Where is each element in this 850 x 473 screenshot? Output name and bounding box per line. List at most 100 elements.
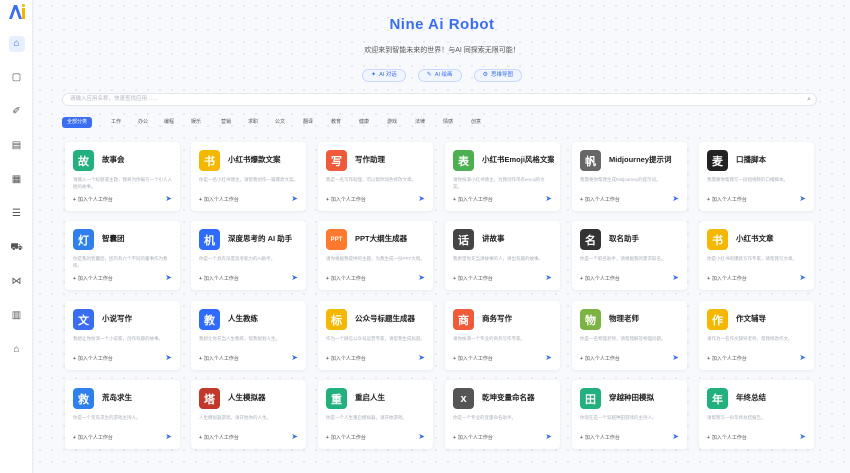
category-tab[interactable]: 营销 [218,117,234,128]
send-icon[interactable]: ➤ [672,432,679,441]
app-card[interactable]: 商商务写作 请你扮演一个专业的商务写作专家。 + 加入个人工作台 ➤ [445,301,560,370]
app-card[interactable]: 作作文辅导 请作为一名作文辅导老师，帮我修改作文。 + 加入个人工作台 ➤ [699,301,814,370]
add-to-workspace-button[interactable]: + 加入个人工作台 [707,355,747,362]
add-to-workspace-button[interactable]: + 加入个人工作台 [453,196,493,203]
send-icon[interactable]: ➤ [799,273,806,282]
send-icon[interactable]: ➤ [672,273,679,282]
sidebar-item-4[interactable]: ▦ [0,172,33,204]
app-card[interactable]: 重重启人生 你是一个人生重启模拟器，请开始游戏。 + 加入个人工作台 ➤ [318,380,433,449]
search-icon[interactable]: ⌕ [807,94,811,105]
send-icon[interactable]: ➤ [418,432,425,441]
add-to-workspace-button[interactable]: + 加入个人工作台 [326,434,366,441]
add-to-workspace-button[interactable]: + 加入个人工作台 [199,434,239,441]
send-icon[interactable]: ➤ [291,273,298,282]
app-card[interactable]: 写写作助理 我是一名写作助理，可以帮你润色修改文章。 + 加入个人工作台 ➤ [318,142,433,211]
sidebar-item-7[interactable]: ⋈ [0,274,33,306]
sidebar-item-5[interactable]: ☰ [0,206,33,238]
send-icon[interactable]: ➤ [418,273,425,282]
sidebar-item-9[interactable]: ⌂ [0,342,33,374]
add-to-workspace-button[interactable]: + 加入个人工作台 [73,275,113,282]
app-card[interactable]: 救荒岛求生 你是一个荒岛求生的游戏主持人。 + 加入个人工作台 ➤ [65,380,180,449]
app-card[interactable]: 书小红书文章 你是小红书的爆款写作专家，请帮我写文章。 + 加入个人工作台 ➤ [699,221,814,290]
send-icon[interactable]: ➤ [545,432,552,441]
add-to-workspace-button[interactable]: + 加入个人工作台 [326,196,366,203]
app-card[interactable]: 书小红书爆款文案 你是一名小红书博主，请帮我创作一篇爆款文案。 + 加入个人工作台 ➤ [191,142,306,211]
send-icon[interactable]: ➤ [165,432,172,441]
pill-ai-chat[interactable]: ✦ AI 对话 [362,69,406,82]
add-to-workspace-button[interactable]: + 加入个人工作台 [707,275,747,282]
send-icon[interactable]: ➤ [165,194,172,203]
app-card[interactable]: 文小说写作 我想让你扮演一个小说家，创作有趣的故事。 + 加入个人工作台 ➤ [65,301,180,370]
add-to-workspace-button[interactable]: + 加入个人工作台 [707,196,747,203]
app-card[interactable]: 机深度思考的 AI 助手 你是一个具有深度思考能力的AI助手。 + 加入个人工作台 ➤ [191,221,306,290]
category-tab[interactable]: 情感 [440,117,456,128]
add-to-workspace-button[interactable]: + 加入个人工作台 [580,196,620,203]
send-icon[interactable]: ➤ [672,194,679,203]
sidebar-item-3[interactable]: ▤ [0,138,33,170]
add-to-workspace-button[interactable]: + 加入个人工作台 [453,355,493,362]
pill-mindmap[interactable]: ⚙ 思维导图 [473,69,522,82]
app-card[interactable]: 标公众号标题生成器 作为一个微信公众号运营专家，请帮我生成标题。 + 加入个人工作台 ➤ [318,301,433,370]
category-tab[interactable]: 法律 [412,117,428,128]
category-tab[interactable]: 全部分类 [62,117,93,128]
sidebar-item-1[interactable]: ▢ [0,70,33,102]
send-icon[interactable]: ➤ [545,273,552,282]
category-tab[interactable]: 编程 [161,117,177,128]
send-icon[interactable]: ➤ [291,194,298,203]
category-tab[interactable]: 办公 [135,117,151,128]
app-card[interactable]: 物物理老师 你是一名物理老师，请帮我解答物理问题。 + 加入个人工作台 ➤ [572,301,687,370]
app-card[interactable]: 话讲故事 我希望你充当讲故事的人，讲出有趣的故事。 + 加入个人工作台 ➤ [445,221,560,290]
add-to-workspace-button[interactable]: + 加入个人工作台 [707,434,747,441]
app-card[interactable]: x 乾坤变量命名器 你是一个专业的变量命名助手。 + 加入个人工作台 ➤ [445,380,560,449]
add-to-workspace-button[interactable]: + 加入个人工作台 [199,275,239,282]
add-to-workspace-button[interactable]: + 加入个人工作台 [580,275,620,282]
add-to-workspace-button[interactable]: + 加入个人工作台 [199,355,239,362]
send-icon[interactable]: ➤ [545,194,552,203]
category-tab[interactable]: 翻译 [300,117,316,128]
add-to-workspace-button[interactable]: + 加入个人工作台 [580,434,620,441]
category-tab[interactable]: 教育 [328,117,344,128]
add-to-workspace-button[interactable]: + 加入个人工作台 [453,434,493,441]
send-icon[interactable]: ➤ [291,353,298,362]
app-card[interactable]: 教人生教练 我想让你充当人生教练，帮我规划人生。 + 加入个人工作台 ➤ [191,301,306,370]
send-icon[interactable]: ➤ [799,432,806,441]
pill-ai-paint[interactable]: ✎ AI 绘画 [417,69,462,82]
app-card[interactable]: 塔人生模拟器 人生模拟器游戏，请开始你的人生。 + 加入个人工作台 ➤ [191,380,306,449]
category-tab[interactable]: 公文 [272,117,288,128]
search-input[interactable]: 请输入应用名称，快速查找应用…… ⌕ [62,93,817,106]
sidebar-item-8[interactable]: ▥ [0,308,33,340]
app-card[interactable]: 年年终总结 请帮我写一份年终总结报告。 + 加入个人工作台 ➤ [699,380,814,449]
send-icon[interactable]: ➤ [165,353,172,362]
category-tab[interactable]: 工作 [108,117,124,128]
category-tab[interactable]: 求职 [245,117,261,128]
app-card[interactable]: 故故事会 请输入一个标题或主题，我将为你编写一个引人入胜的故事。 + 加入个人工作台 ➤ [65,142,180,211]
category-tab[interactable]: 游戏 [384,117,400,128]
add-to-workspace-button[interactable]: + 加入个人工作台 [73,196,113,203]
send-icon[interactable]: ➤ [165,273,172,282]
app-card[interactable]: 灯智囊团 你是我的智囊团，团内有六个不同的董事作为教练。 + 加入个人工作台 ➤ [65,221,180,290]
app-card[interactable]: 名取名助手 你是一个取名助手，请根据我的需求取名。 + 加入个人工作台 ➤ [572,221,687,290]
add-to-workspace-button[interactable]: + 加入个人工作台 [580,355,620,362]
category-tab[interactable]: 娱乐 [188,117,204,128]
send-icon[interactable]: ➤ [799,194,806,203]
category-tab[interactable]: 健康 [356,117,372,128]
app-card[interactable]: 麦口播脚本 我需要你帮我写一段短视频的口播脚本。 + 加入个人工作台 ➤ [699,142,814,211]
add-to-workspace-button[interactable]: + 加入个人工作台 [199,196,239,203]
sidebar-item-6[interactable]: ⛟ [0,240,33,272]
sidebar-item-2[interactable]: ✐ [0,104,33,136]
sidebar-item-0[interactable]: ⌂ [0,36,33,68]
send-icon[interactable]: ➤ [418,194,425,203]
send-icon[interactable]: ➤ [672,353,679,362]
app-card[interactable]: PPT PPT大纲生成器 请你根据我提供的主题，为我生成一份PPT大纲。 + 加入个人工… [318,221,433,290]
send-icon[interactable]: ➤ [418,353,425,362]
send-icon[interactable]: ➤ [799,353,806,362]
add-to-workspace-button[interactable]: + 加入个人工作台 [73,434,113,441]
category-tab[interactable]: 创意 [468,117,484,128]
send-icon[interactable]: ➤ [291,432,298,441]
send-icon[interactable]: ➤ [545,353,552,362]
app-card[interactable]: 表小红书Emoji风格文案 请你扮演小红书博主，为我创作带有emoji的文案。 + 加… [445,142,560,211]
add-to-workspace-button[interactable]: + 加入个人工作台 [73,355,113,362]
add-to-workspace-button[interactable]: + 加入个人工作台 [326,275,366,282]
app-card[interactable]: 帆 Midjourney提示词 我需要你帮我生成Midjourney的提示词。 + 加入… [572,142,687,211]
app-card[interactable]: 田穿越种田模拟 你现在是一个穿越种田游戏的主持人。 + 加入个人工作台 ➤ [572,380,687,449]
